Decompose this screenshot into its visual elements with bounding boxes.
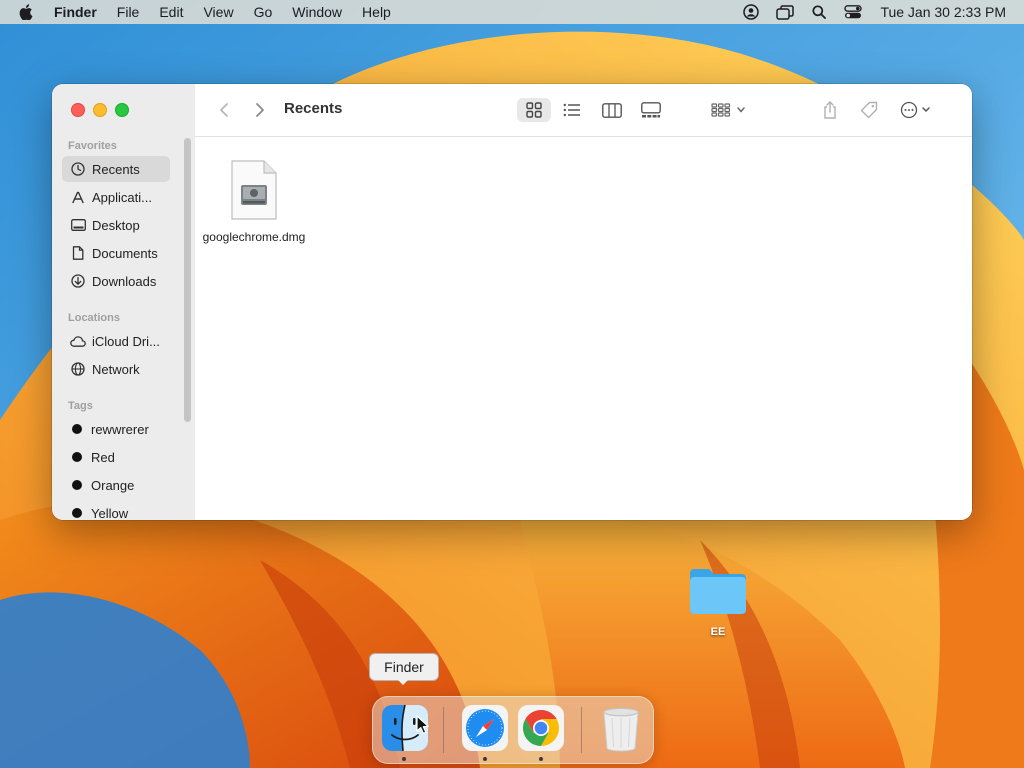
sidebar-heading-favorites: Favorites	[68, 140, 117, 152]
finder-window: Favorites Recents Applicati... Desktop D…	[52, 84, 972, 520]
clock-icon	[70, 161, 86, 177]
trash-icon[interactable]	[597, 704, 645, 752]
sidebar-item-label: Documents	[92, 245, 158, 261]
sidebar-item-documents[interactable]: Documents	[62, 240, 170, 266]
screen-mirroring-icon[interactable]	[774, 1, 796, 23]
tag-dot-icon	[72, 508, 82, 518]
window-title: Recents	[284, 100, 343, 117]
menu-bar-clock[interactable]: Tue Jan 30 2:33 PM	[880, 4, 1006, 20]
folder-label: EE	[710, 626, 726, 638]
tag-dot-icon	[72, 424, 82, 434]
menu-view[interactable]: View	[193, 0, 243, 24]
sidebar-heading-tags: Tags	[68, 400, 93, 412]
user-icon[interactable]	[740, 1, 762, 23]
running-indicator	[539, 757, 543, 761]
desktop-folder-ee[interactable]: EE	[680, 565, 756, 638]
mouse-cursor-icon	[416, 715, 429, 734]
dock	[372, 696, 654, 764]
sidebar-item-icloud-drive[interactable]: iCloud Dri...	[62, 328, 170, 354]
finder-toolbar: Recents	[195, 84, 972, 137]
tooltip-arrow	[396, 678, 410, 685]
icon-view-icon[interactable]	[517, 98, 551, 122]
sidebar-scrollbar[interactable]	[184, 138, 191, 422]
dock-separator	[581, 707, 582, 753]
sidebar-item-downloads[interactable]: Downloads	[62, 268, 170, 294]
menu-help[interactable]: Help	[352, 0, 401, 24]
document-icon	[70, 245, 86, 261]
close-window-button[interactable]	[71, 103, 85, 117]
folder-icon	[690, 569, 746, 614]
menu-window[interactable]: Window	[282, 0, 352, 24]
sidebar-item-label: rewwrerer	[91, 421, 149, 437]
apple-menu-icon[interactable]	[0, 4, 52, 20]
sidebar-item-desktop[interactable]: Desktop	[62, 212, 170, 238]
sidebar-item-recents[interactable]: Recents	[62, 156, 170, 182]
menu-bar: Finder File Edit View Go Window Help Tue…	[0, 0, 1024, 24]
sidebar-item-label: Yellow	[91, 505, 129, 521]
download-icon	[70, 273, 86, 289]
sidebar-item-label: Red	[91, 449, 115, 465]
sidebar-heading-locations: Locations	[68, 312, 120, 324]
sidebar-item-applications[interactable]: Applicati...	[62, 184, 170, 210]
sidebar-tag-yellow[interactable]: Yellow	[62, 500, 170, 520]
sidebar-tag-red[interactable]: Red	[62, 444, 170, 470]
tag-icon[interactable]	[857, 98, 881, 122]
sidebar-item-network[interactable]: Network	[62, 356, 170, 382]
spotlight-search-icon[interactable]	[808, 1, 830, 23]
menu-edit[interactable]: Edit	[149, 0, 193, 24]
applications-icon	[70, 189, 86, 205]
file-browser-content: googlechrome.dmg	[195, 137, 972, 520]
window-controls	[71, 103, 129, 117]
tag-dot-icon	[72, 480, 82, 490]
finder-sidebar: Favorites Recents Applicati... Desktop D…	[52, 84, 196, 520]
sidebar-tag-rewwrerer[interactable]: rewwrerer	[62, 416, 170, 442]
sidebar-item-label: Recents	[92, 161, 140, 177]
sidebar-item-label: Desktop	[92, 217, 140, 233]
sidebar-item-label: Applicati...	[92, 189, 152, 205]
sidebar-item-label: Downloads	[92, 273, 157, 289]
running-indicator	[483, 757, 487, 761]
menu-go[interactable]: Go	[244, 0, 283, 24]
column-view-icon[interactable]	[599, 98, 625, 122]
share-icon[interactable]	[819, 98, 841, 122]
minimize-window-button[interactable]	[93, 103, 107, 117]
globe-icon	[70, 361, 86, 377]
control-center-icon[interactable]	[842, 1, 864, 23]
running-indicator	[402, 757, 406, 761]
menu-finder[interactable]: Finder	[52, 0, 107, 24]
back-icon[interactable]	[215, 98, 233, 122]
tag-dot-icon	[72, 452, 82, 462]
desktop-icon	[70, 217, 86, 233]
maximize-window-button[interactable]	[115, 103, 129, 117]
menu-file[interactable]: File	[107, 0, 150, 24]
cloud-icon	[70, 333, 86, 349]
group-icon[interactable]	[709, 98, 749, 122]
file-item-googlechrome-dmg[interactable]: googlechrome.dmg	[201, 159, 307, 245]
sidebar-item-label: iCloud Dri...	[92, 333, 160, 349]
chrome-icon[interactable]	[517, 704, 565, 752]
dock-separator	[443, 707, 444, 753]
disk-image-icon	[231, 160, 277, 220]
more-actions-icon[interactable]	[899, 98, 937, 122]
sidebar-item-label: Network	[92, 361, 140, 377]
sidebar-tag-orange[interactable]: Orange	[62, 472, 170, 498]
safari-icon[interactable]	[461, 704, 509, 752]
dock-tooltip: Finder	[369, 653, 439, 681]
forward-icon[interactable]	[251, 98, 269, 122]
file-name-label: googlechrome.dmg	[202, 230, 306, 244]
gallery-view-icon[interactable]	[637, 98, 665, 122]
sidebar-item-label: Orange	[91, 477, 135, 493]
list-view-icon[interactable]	[559, 98, 585, 122]
